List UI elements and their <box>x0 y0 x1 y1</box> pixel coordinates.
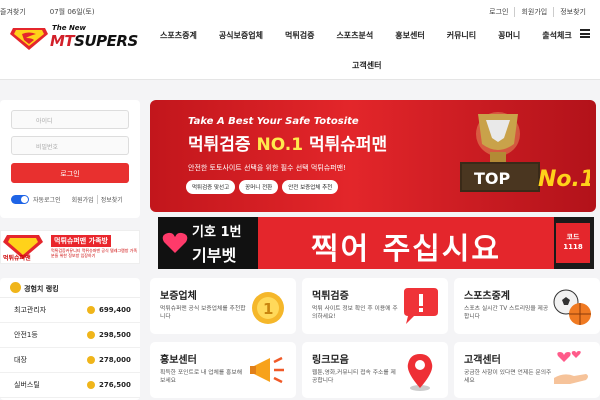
coin-icon <box>87 381 95 389</box>
ranking-row[interactable]: 안전1등 298,500 <box>0 323 140 348</box>
hero-chip-partners[interactable]: 안전 보증업체 추천 <box>282 180 339 194</box>
megaphone-icon <box>250 356 284 384</box>
ranking-points: 278,000 <box>99 356 131 364</box>
find-info-link[interactable]: 정보찾기 <box>96 195 126 204</box>
ad-headline: 찍어 주십시요 <box>258 217 554 269</box>
login-button[interactable]: 로그인 <box>11 163 129 183</box>
bookmark-link[interactable]: 즐겨찾기 <box>0 7 26 17</box>
family-room-banner[interactable]: 먹튀슈퍼맨 먹튀슈퍼맨 가족방 먹튀검증커뮤니티 먹튀슈퍼맨 공식 텔레그램방 … <box>0 230 140 264</box>
ranking-user: 실버스틸 <box>14 381 40 389</box>
ranking-points: 276,500 <box>99 381 131 389</box>
coin-icon <box>87 331 95 339</box>
superman-shield-icon <box>10 28 48 50</box>
nav-item-free-money[interactable]: 꽁머니 <box>498 30 520 41</box>
login-panel: 아이디 비밀번호 로그인 자동로그인 회원가입 정보찾기 <box>0 100 140 218</box>
top-login-link[interactable]: 로그인 <box>483 7 514 17</box>
promo-ad-banner[interactable]: 기호 1번 기부벳 찍어 주십시요 코드 1118 <box>158 217 594 269</box>
card-customer-center[interactable]: 고객센터 궁금한 사항이 있다면 언제든 문의주세요 <box>454 342 600 398</box>
menu-icon[interactable] <box>580 29 590 38</box>
hero-tagline: Take A Best Your Safe Totosite <box>188 116 359 127</box>
site-logo[interactable]: The New MTSUPERS <box>10 24 145 54</box>
site-header: The New MTSUPERS 스포츠중계 공식보증업체 먹튀검증 스포츠분석… <box>0 22 600 80</box>
nav-item-promo-center[interactable]: 홍보센터 <box>395 30 424 41</box>
card-description: 궁금한 사항이 있다면 언제든 문의주세요 <box>464 370 552 384</box>
mini-banner-subtitle: 먹튀검증커뮤니티 먹튀슈퍼맨 공식 텔레그램방 가족분들 위한 정보방 입장하기 <box>51 248 138 258</box>
card-title: 보증업체 <box>160 291 197 302</box>
nav-item-attendance[interactable]: 출석체크 <box>542 30 571 41</box>
nav-item-sports-live[interactable]: 스포츠중계 <box>160 30 197 41</box>
ad-code-badge: 코드 1118 <box>556 223 590 263</box>
top-find-info-link[interactable]: 정보찾기 <box>553 7 592 17</box>
auto-login-toggle[interactable] <box>11 195 29 204</box>
logo-subtext: The New <box>52 24 87 32</box>
card-title: 먹튀검증 <box>312 291 349 302</box>
card-scam-verify[interactable]: 먹튀검증 먹튀 사이트 정보 확인 후 이용에 주의하세요! <box>302 278 448 334</box>
trophy-icon: TOP No.1 <box>460 112 590 192</box>
experience-ranking: 경험치 랭킹 최고관리자 699,400 안전1등 298,500 대장 278… <box>0 278 140 400</box>
nav-item-sports-analysis[interactable]: 스포츠분석 <box>336 30 373 41</box>
coin-icon <box>87 356 95 364</box>
heart-hand-icon <box>554 351 588 384</box>
mini-banner-logo-text: 먹튀슈퍼맨 <box>3 255 31 262</box>
card-partners[interactable]: 보증업체 먹튀슈퍼맨 공식 보증업체를 추천합니다 1 <box>150 278 296 334</box>
username-input[interactable]: 아이디 <box>11 110 129 129</box>
ranking-user: 안전1등 <box>14 331 38 339</box>
mini-banner-title: 먹튀슈퍼맨 가족방 <box>51 235 111 247</box>
ranking-header: 경험치 랭킹 <box>0 278 140 298</box>
card-title: 고객센터 <box>464 355 501 366</box>
top-utility-bar: 즐겨찾기 07월 06일(토) 로그인 회원가입 정보찾기 <box>0 0 600 22</box>
ranking-points: 298,500 <box>99 331 131 339</box>
ranking-row[interactable]: 실버스틸 276,500 <box>0 373 140 398</box>
svg-text:TOP: TOP <box>474 169 511 188</box>
hero-chip-verify[interactable]: 먹튀검증 맞선고 <box>186 180 236 194</box>
hero-banner[interactable]: Take A Best Your Safe Totosite 먹튀검증 NO.1… <box>150 100 596 212</box>
medal-icon <box>10 282 21 293</box>
card-description: 먹튀슈퍼맨 공식 보증업체를 추천합니다 <box>160 306 246 320</box>
ranking-points: 699,400 <box>99 306 131 314</box>
ad-line-2: 기부벳 <box>192 246 237 265</box>
top-signup-link[interactable]: 회원가입 <box>514 7 553 17</box>
ranking-user: 최고관리자 <box>14 306 47 314</box>
ranking-title: 경험치 랭킹 <box>24 285 59 293</box>
card-title: 홍보센터 <box>160 355 197 366</box>
hero-title: 먹튀검증 NO.1 먹튀슈퍼맨 <box>188 135 388 155</box>
signup-link[interactable]: 회원가입 <box>69 195 97 204</box>
nav-item-customer-center[interactable]: 고객센터 <box>352 60 381 71</box>
card-description: 스포츠 실시간 TV 스트리밍을 제공합니다 <box>464 306 549 320</box>
nav-item-official-partners[interactable]: 공식보증업체 <box>219 30 263 41</box>
ranking-row[interactable]: 대장 278,000 <box>0 348 140 373</box>
card-description: 웹툰,영화,커뮤니티 접속 주소를 제공합니다 <box>312 370 396 384</box>
card-sports-live[interactable]: 스포츠중계 스포츠 실시간 TV 스트리밍을 제공합니다 <box>454 278 600 334</box>
ad-line-1: 기호 1번 <box>192 225 242 240</box>
logo-brand: MTSUPERS <box>50 32 138 50</box>
card-promo-center[interactable]: 홍보센터 획득한 포인트로 내 업체를 홍보해 보세요 <box>150 342 296 398</box>
nav-item-scam-verify[interactable]: 먹튀검증 <box>285 30 314 41</box>
nav-item-community[interactable]: 커뮤니티 <box>447 30 476 41</box>
ranking-user: 대장 <box>14 356 27 364</box>
card-description: 획득한 포인트로 내 업체를 홍보해 보세요 <box>160 370 243 384</box>
coin-icon <box>87 306 95 314</box>
alert-bubble-icon <box>404 288 438 324</box>
hero-description: 안전한 토토사이트 선택을 위한 필수 선택 먹튀슈퍼맨! <box>188 164 346 172</box>
card-title: 스포츠중계 <box>464 291 510 302</box>
card-link-collection[interactable]: 링크모음 웹툰,영화,커뮤니티 접속 주소를 제공합니다 <box>302 342 448 398</box>
svg-text:No.1: No.1 <box>538 167 590 192</box>
auto-login-label: 자동로그인 <box>33 197 61 204</box>
main-nav: 스포츠중계 공식보증업체 먹튀검증 스포츠분석 홍보센터 커뮤니티 꽁머니 출석… <box>160 30 594 41</box>
hero-chip-free-money[interactable]: 꽁머니 전환 <box>239 180 279 194</box>
sports-balls-icon <box>553 289 591 325</box>
ranking-row[interactable]: 최고관리자 699,400 <box>0 298 140 323</box>
number-one-badge-icon: 1 <box>252 292 284 324</box>
date-label: 07월 06일(토) <box>49 8 95 16</box>
password-input[interactable]: 비밀번호 <box>11 136 129 155</box>
map-pin-icon <box>407 354 433 391</box>
card-title: 링크모음 <box>312 355 349 366</box>
card-description: 먹튀 사이트 정보 확인 후 이용에 주의하세요! <box>312 306 398 320</box>
svg-text:1: 1 <box>263 300 273 318</box>
heart-icon <box>162 232 188 253</box>
